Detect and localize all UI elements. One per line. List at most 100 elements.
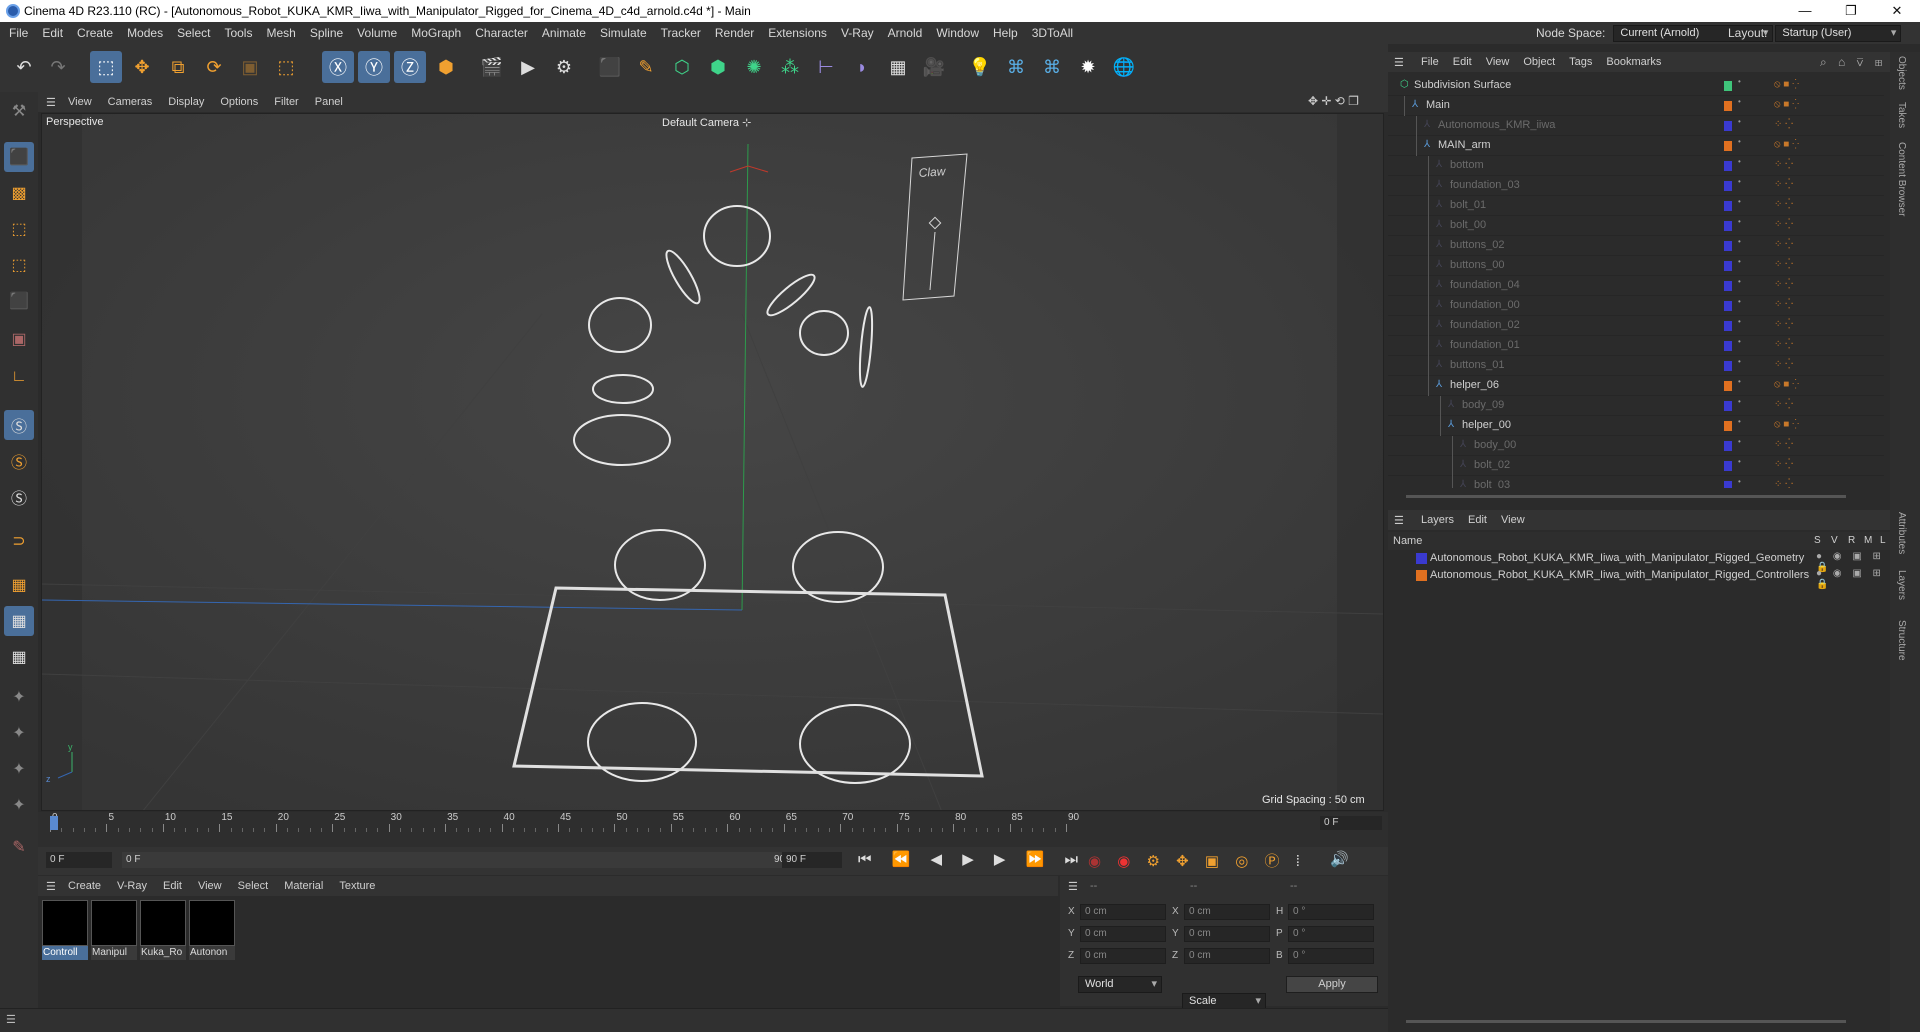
tag-icons[interactable]: ⁘ ⁛ [1774,459,1793,470]
visibility-dots[interactable]: • [1738,338,1741,346]
material-controll[interactable]: Controll [42,900,88,962]
object-row-helper-06[interactable]: ⅄ helper_06 • ⦸ ■ ⁛ [1388,376,1884,396]
y-axis-lock-icon[interactable]: Ⓨ [358,51,390,83]
tag-icons[interactable]: ⁘ ⁛ [1774,399,1793,410]
solo-hierarchy-icon[interactable]: Ⓢ [4,446,34,476]
layer-list-hscroll[interactable] [1392,1020,1882,1026]
polygons-mode-icon[interactable]: ⬛ [4,286,34,316]
scale-tool-icon[interactable]: ⧉ [162,51,194,83]
tag-icons[interactable]: ⦸ ■ ⁛ [1774,99,1799,110]
menu-render[interactable]: Render [708,26,761,40]
workplane-icon[interactable]: ▦ [4,570,34,600]
apply-button[interactable]: Apply [1286,976,1378,993]
object-menu-edit[interactable]: Edit [1446,56,1479,68]
visibility-dots[interactable]: • [1738,258,1741,266]
rotation-b-field[interactable]: 0 ° [1288,948,1374,964]
layer-color-swatch[interactable] [1724,481,1732,488]
layer-color-swatch[interactable] [1416,570,1427,581]
tag-icons[interactable]: ⁘ ⁛ [1774,239,1793,250]
visibility-dots[interactable]: • [1738,118,1741,126]
workplane-lock-icon[interactable]: ▦ [4,606,34,636]
material-menu-view[interactable]: View [190,880,230,892]
position-y-field[interactable]: 0 cm [1080,926,1166,942]
layer-color-swatch[interactable] [1724,221,1732,231]
solo-selection-icon[interactable]: Ⓢ [4,482,34,512]
viewport-menu-panel[interactable]: Panel [307,96,351,108]
visibility-dots[interactable]: • [1738,358,1741,366]
mograph-cloner-icon[interactable]: ⁂ [774,51,806,83]
tag-icons[interactable]: ⁘ ⁛ [1774,359,1793,370]
floor-environment-icon[interactable]: ▦ [882,51,914,83]
object-row-body-09[interactable]: ⅄ body_09 • ⁘ ⁛ [1388,396,1884,416]
size-y-field[interactable]: 0 cm [1184,926,1270,942]
visibility-dots[interactable]: • [1738,458,1741,466]
coordinate-system-icon[interactable]: ⬢ [430,51,462,83]
visibility-dots[interactable]: • [1738,178,1741,186]
material-menu-v-ray[interactable]: V-Ray [109,880,155,892]
model-mode-icon[interactable]: ⬛ [4,142,34,172]
visibility-dots[interactable]: • [1738,198,1741,206]
x-axis-lock-icon[interactable]: Ⓧ [322,51,354,83]
layer-color-swatch[interactable] [1724,121,1732,131]
material-menu-select[interactable]: Select [230,880,277,892]
render-picture-viewer-icon[interactable]: ▶ [512,51,544,83]
maximize-button[interactable]: ❐ [1828,0,1874,22]
timeline-options-icon[interactable]: 🔊 [1330,850,1349,868]
side-tab-structure[interactable]: Structure [1896,620,1907,661]
layer-color-swatch[interactable] [1724,101,1732,111]
deformer-bend-icon[interactable]: ⊢ [810,51,842,83]
sculpt-s-icon[interactable]: ✦ [4,718,34,748]
viewport-nav-icons[interactable]: ✥ ✛ ⟲ ❐ [1308,94,1359,108]
visibility-dots[interactable]: • [1738,398,1741,406]
menu-3dtoall[interactable]: 3DToAll [1025,26,1080,40]
viewport-menu-options[interactable]: Options [212,96,266,108]
layer-color-swatch[interactable] [1724,341,1732,351]
layer-color-swatch[interactable] [1724,441,1732,451]
viewport-menu-display[interactable]: Display [160,96,212,108]
object-row-buttons-00[interactable]: ⅄ buttons_00 • ⁘ ⁛ [1388,256,1884,276]
undo-icon[interactable]: ↶ [8,51,40,83]
menu-edit[interactable]: Edit [35,26,70,40]
tag-icons[interactable]: ⦸ ■ ⁛ [1774,419,1799,430]
tag-icons[interactable]: ⁘ ⁛ [1774,259,1793,270]
menu-help[interactable]: Help [986,26,1025,40]
rotation-h-field[interactable]: 0 ° [1288,904,1374,920]
solo-mode-icon[interactable]: Ⓢ [4,410,34,440]
render-view-icon[interactable]: 🎬 [476,51,508,83]
menu-volume[interactable]: Volume [350,26,404,40]
settings-gear-icon[interactable]: ✹ [1072,51,1104,83]
menu-animate[interactable]: Animate [535,26,593,40]
layer-color-swatch[interactable] [1724,161,1732,171]
layer-color-swatch[interactable] [1724,421,1732,431]
field-icon[interactable]: ◗ [846,51,878,83]
material-menu-icon[interactable]: ☰ [46,880,60,893]
visibility-dots[interactable]: • [1738,278,1741,286]
tag-icons[interactable]: ⦸ ■ ⁛ [1774,379,1799,390]
object-menu-bookmarks[interactable]: Bookmarks [1599,56,1668,68]
layer-menu-icon[interactable]: ☰ [1394,514,1408,527]
recent-tools-icon[interactable]: ▣ [234,51,266,83]
layer-color-swatch[interactable] [1724,261,1732,271]
sculpt-tool-icon[interactable]: ✦ [4,790,34,820]
layer-color-swatch[interactable] [1724,361,1732,371]
tag-icons[interactable]: ⁘ ⁛ [1774,179,1793,190]
tag-icons[interactable]: ⁘ ⁛ [1774,339,1793,350]
menu-extensions[interactable]: Extensions [761,26,834,40]
python-script-icon[interactable]: ⌘ [1000,51,1032,83]
layer-color-swatch[interactable] [1724,321,1732,331]
object-row-buttons-01[interactable]: ⅄ buttons_01 • ⁘ ⁛ [1388,356,1884,376]
quantize-icon[interactable]: ▦ [4,642,34,672]
visibility-dots[interactable]: • [1738,218,1741,226]
object-row-foundation-01[interactable]: ⅄ foundation_01 • ⁘ ⁛ [1388,336,1884,356]
object-row-body-00[interactable]: ⅄ body_00 • ⁘ ⁛ [1388,436,1884,456]
status-menu-icon[interactable]: ☰ [6,1013,16,1026]
coords-menu-icon[interactable]: ☰ [1068,880,1078,893]
object-tree-hscroll[interactable] [1392,494,1882,500]
material-menu-texture[interactable]: Texture [331,880,383,892]
frame-range-slider[interactable]: 0 F 90 F [122,852,802,868]
object-manager-tools[interactable]: ⌕ ⌂ ⊽ ⊞ [1820,55,1886,70]
object-menu-view[interactable]: View [1479,56,1517,68]
object-row-foundation-02[interactable]: ⅄ foundation_02 • ⁘ ⁛ [1388,316,1884,336]
visibility-dots[interactable]: • [1738,298,1741,306]
visibility-dots[interactable]: • [1738,318,1741,326]
